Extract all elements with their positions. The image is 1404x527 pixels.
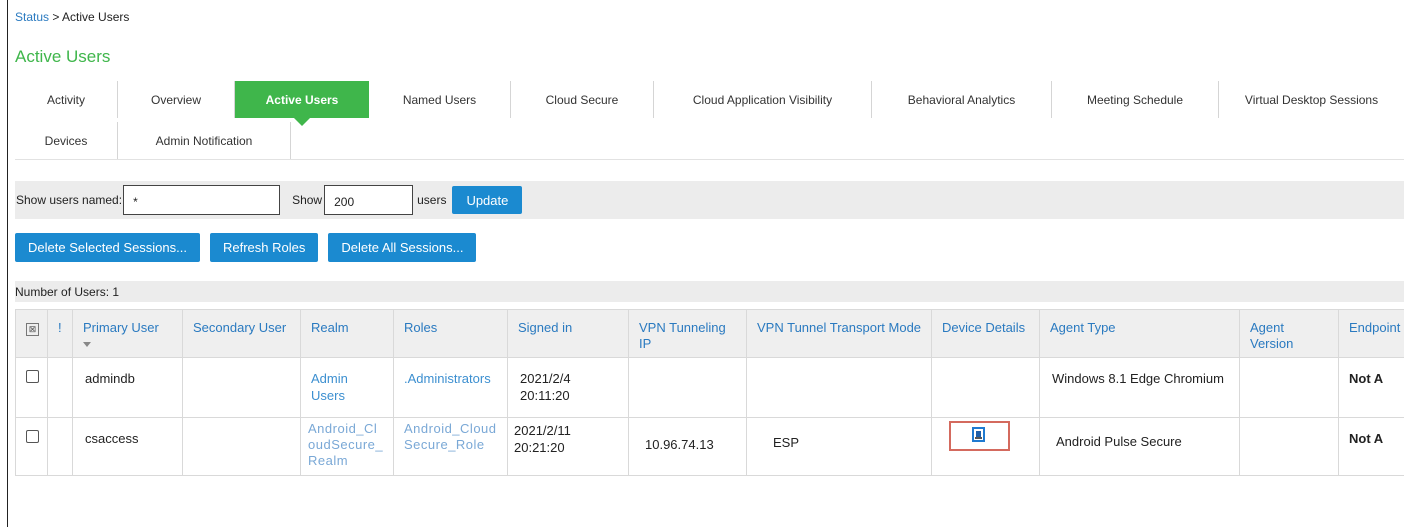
delete-selected-sessions-button[interactable]: Delete Selected Sessions...	[15, 233, 200, 262]
column-header-primary-user[interactable]: Primary User	[72, 309, 183, 358]
device-details-cell	[931, 357, 1040, 418]
flag-header: !	[47, 309, 73, 358]
agent-version-cell	[1239, 417, 1339, 476]
active-users-table: ⊠ ! Primary User Secondary User Realm Ro…	[15, 309, 1404, 476]
table-row: admindb Admin Users .Administrators 2021…	[15, 357, 1404, 418]
signed-in-cell: 2021/2/4 20:11:20	[507, 357, 629, 418]
session-actions: Delete Selected Sessions... Refresh Role…	[15, 233, 477, 262]
column-header-secondary-user[interactable]: Secondary User	[182, 309, 301, 358]
column-header-realm[interactable]: Realm	[300, 309, 394, 358]
signed-in-cell: 2021/2/11 20:21:20	[507, 417, 629, 476]
transport-mode-cell: ESP	[746, 417, 932, 476]
realm-link[interactable]: Admin Users	[300, 357, 394, 418]
users-label: users	[417, 193, 447, 207]
primary-user-cell: csaccess	[72, 417, 183, 476]
column-header-vpn-tunnel-transport-mode[interactable]: VPN Tunnel Transport Mode	[746, 309, 932, 358]
vpn-ip-cell	[628, 357, 747, 418]
update-button[interactable]: Update	[452, 186, 523, 214]
device-details-icon	[972, 427, 985, 442]
column-header-agent-version[interactable]: Agent Version	[1239, 309, 1339, 358]
tab-activity[interactable]: Activity	[15, 81, 118, 118]
user-count: Number of Users: 1	[15, 281, 1404, 302]
tab-devices[interactable]: Devices	[15, 122, 118, 159]
tabs-row-2: Devices Admin Notification	[15, 122, 291, 159]
column-header-endpoint-status[interactable]: Endpoint Status	[1338, 309, 1404, 358]
secondary-user-cell	[182, 417, 301, 476]
secondary-user-cell	[182, 357, 301, 418]
tab-cloud-application-visibility[interactable]: Cloud Application Visibility	[654, 81, 872, 118]
transport-mode-cell	[746, 357, 932, 418]
row-select-cell	[15, 417, 48, 476]
table-header-row: ⊠ ! Primary User Secondary User Realm Ro…	[15, 309, 1404, 358]
breadcrumb-status-link[interactable]: Status	[15, 10, 49, 24]
tab-virtual-desktop-sessions[interactable]: Virtual Desktop Sessions	[1219, 81, 1404, 118]
endpoint-status-cell: Not A	[1338, 357, 1404, 418]
column-header-device-details[interactable]: Device Details	[931, 309, 1040, 358]
column-header-signed-in[interactable]: Signed in	[507, 309, 629, 358]
realm-link[interactable]: Android_CloudSecure_Realm	[300, 417, 394, 476]
select-all-checkbox[interactable]: ⊠	[26, 323, 39, 336]
device-details-button[interactable]	[949, 421, 1010, 451]
tab-active-users[interactable]: Active Users	[235, 81, 369, 126]
breadcrumb-separator: >	[49, 10, 63, 24]
column-header-roles[interactable]: Roles	[393, 309, 508, 358]
flag-cell	[47, 357, 73, 418]
user-count-input[interactable]	[324, 185, 414, 215]
row-checkbox[interactable]	[26, 430, 39, 443]
endpoint-status-cell: Not A	[1338, 417, 1404, 476]
tab-admin-notification[interactable]: Admin Notification	[118, 122, 291, 159]
breadcrumb: Status > Active Users	[15, 10, 129, 24]
table-row: csaccess Android_CloudSecure_Realm Andro…	[15, 417, 1404, 476]
sort-desc-icon	[83, 342, 91, 347]
tabs-row-1: Activity Overview Active Users Named Use…	[15, 81, 1404, 126]
vpn-ip-cell: 10.96.74.13	[628, 417, 747, 476]
show-label: Show	[292, 193, 323, 207]
roles-link[interactable]: Android_CloudSecure_Role	[393, 417, 508, 476]
tab-meeting-schedule[interactable]: Meeting Schedule	[1052, 81, 1219, 118]
tab-overview[interactable]: Overview	[118, 81, 235, 118]
select-all-header: ⊠	[15, 309, 48, 358]
agent-type-cell: Android Pulse Secure	[1039, 417, 1240, 476]
agent-version-cell	[1239, 357, 1339, 418]
tabs-divider	[15, 159, 1404, 160]
breadcrumb-current: Active Users	[62, 10, 130, 24]
column-header-vpn-tunneling-ip[interactable]: VPN Tunneling IP	[628, 309, 747, 358]
show-users-named-label: Show users named:	[16, 193, 123, 207]
refresh-roles-button[interactable]: Refresh Roles	[209, 233, 319, 262]
user-name-filter-input[interactable]	[123, 185, 281, 215]
page-title: Active Users	[15, 47, 111, 66]
primary-user-header-label: Primary User	[83, 320, 159, 335]
primary-user-cell: admindb	[72, 357, 183, 418]
flag-cell	[47, 417, 73, 476]
tab-cloud-secure[interactable]: Cloud Secure	[511, 81, 654, 118]
tab-named-users[interactable]: Named Users	[369, 81, 511, 118]
row-checkbox[interactable]	[26, 370, 39, 383]
column-header-agent-type[interactable]: Agent Type	[1039, 309, 1240, 358]
row-select-cell	[15, 357, 48, 418]
delete-all-sessions-button[interactable]: Delete All Sessions...	[328, 233, 477, 262]
roles-link[interactable]: .Administrators	[393, 357, 508, 418]
device-details-cell	[931, 417, 1040, 476]
user-filter-bar: Show users named: Show users Update	[15, 181, 1404, 219]
agent-type-cell: Windows 8.1 Edge Chromium	[1039, 357, 1240, 418]
tab-behavioral-analytics[interactable]: Behavioral Analytics	[872, 81, 1052, 118]
